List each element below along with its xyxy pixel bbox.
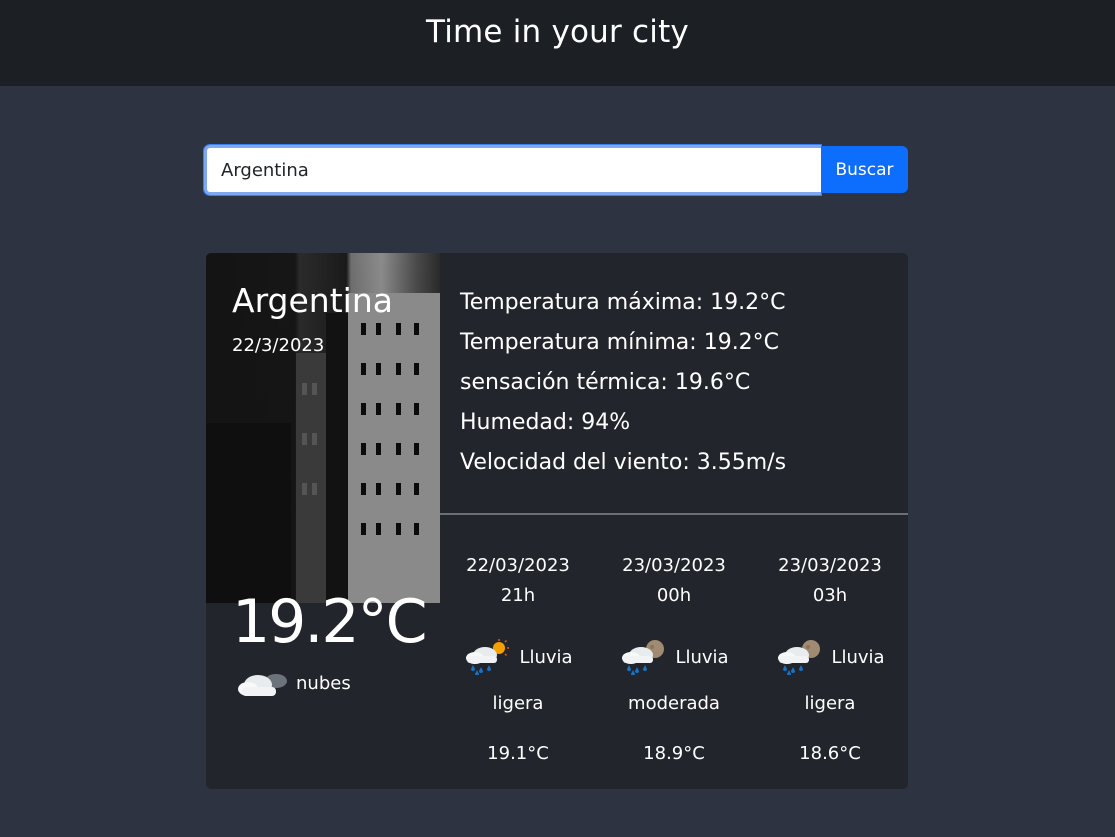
page-title: Time in your city: [426, 14, 689, 50]
stats-list: Temperatura máxima: 19.2°C Temperatura m…: [460, 283, 786, 483]
details-panel: Temperatura máxima: 19.2°C Temperatura m…: [440, 253, 908, 789]
city-name: Argentina: [232, 281, 393, 320]
forecast-datetime: 22/03/2023 21h: [440, 551, 596, 611]
condition-label: nubes: [296, 672, 351, 694]
wind-speed: Velocidad del viento: 3.55m/s: [460, 450, 787, 475]
search-input[interactable]: [203, 144, 822, 196]
forecast-description-row: Lluvia: [596, 639, 752, 675]
current-condition: nubes: [236, 667, 351, 699]
forecast-temperature: 19.1°C: [487, 743, 549, 764]
forecast-hour: 00h: [656, 585, 692, 606]
forecast-item: 23/03/2023 00h Lluvia moderada 18.9°C: [596, 515, 752, 789]
feels-like: sensación térmica: 19.6°C: [460, 370, 751, 395]
forecast-date: 23/03/2023: [778, 555, 882, 576]
forecast-datetime: 23/03/2023 03h: [752, 551, 908, 611]
forecast-item: 23/03/2023 03h Lluvia ligera 18.6°C: [752, 515, 908, 789]
forecast-hour: 03h: [812, 585, 848, 606]
search-button[interactable]: Buscar: [821, 146, 908, 193]
forecast-intensity: moderada: [628, 693, 720, 714]
search-bar: Buscar: [203, 144, 908, 196]
forecast-description-row: Lluvia: [752, 639, 908, 675]
forecast-item: 22/03/2023 21h Lluvia ligera 19.1°C: [440, 515, 596, 789]
weather-card: Argentina 22/3/2023 19.2°C nubes Tempera…: [206, 253, 908, 789]
app-header: Time in your city: [0, 0, 1115, 86]
cloud-icon: [236, 667, 290, 699]
humidity: Humedad: 94%: [460, 410, 631, 435]
forecast-temperature: 18.6°C: [799, 743, 861, 764]
forecast-date: 22/03/2023: [466, 555, 570, 576]
forecast-description: Lluvia: [675, 646, 729, 668]
current-date: 22/3/2023: [232, 335, 325, 356]
rain-sun-icon: [463, 639, 513, 675]
forecast-temperature: 18.9°C: [643, 743, 705, 764]
rain-moon-icon: [775, 639, 825, 675]
current-weather-panel: Argentina 22/3/2023 19.2°C nubes: [206, 253, 440, 789]
max-temperature: Temperatura máxima: 19.2°C: [460, 290, 786, 315]
forecast-hour: 21h: [500, 585, 536, 606]
min-temperature: Temperatura mínima: 19.2°C: [460, 330, 780, 355]
forecast-intensity: ligera: [492, 693, 544, 714]
forecast-intensity: ligera: [804, 693, 856, 714]
forecast-description-row: Lluvia: [440, 639, 596, 675]
forecast-description: Lluvia: [831, 646, 885, 668]
forecast-datetime: 23/03/2023 00h: [596, 551, 752, 611]
forecast-description: Lluvia: [519, 646, 573, 668]
forecast-list: 22/03/2023 21h Lluvia ligera 19.1°C 23/0…: [440, 515, 908, 789]
current-temperature: 19.2°C: [232, 587, 427, 657]
forecast-date: 23/03/2023: [622, 555, 726, 576]
rain-moon-icon: [619, 639, 669, 675]
